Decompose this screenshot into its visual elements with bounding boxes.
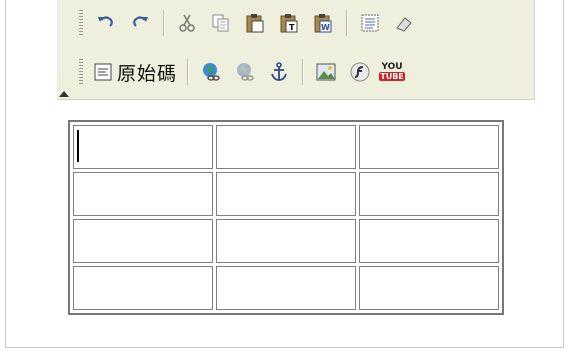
- text-caret: [77, 130, 79, 162]
- table-row: [73, 172, 499, 216]
- collapse-arrow-icon: [59, 91, 69, 97]
- toolbar-row-2: 原始碼 YOU TUBE: [79, 57, 407, 87]
- editor-toolbar: T W 原始碼 YOU TUBE: [57, 0, 535, 100]
- anchor-icon[interactable]: [266, 59, 292, 85]
- paste-word-icon[interactable]: W: [310, 10, 336, 36]
- source-button[interactable]: 原始碼: [91, 59, 179, 85]
- toolbar-separator: [346, 10, 347, 36]
- undo-icon[interactable]: [93, 10, 119, 36]
- youtube-you-text: YOU: [381, 62, 403, 72]
- svg-text:T: T: [289, 23, 295, 32]
- editor-table: [68, 120, 504, 315]
- table-row: [73, 125, 499, 169]
- link-icon[interactable]: [198, 59, 224, 85]
- table-cell[interactable]: [73, 125, 213, 169]
- copy-icon[interactable]: [208, 10, 234, 36]
- toolbar-grip[interactable]: [79, 59, 83, 85]
- table-row: [73, 266, 499, 310]
- table-cell[interactable]: [73, 219, 213, 263]
- toolbar-separator: [187, 59, 189, 85]
- table-cell[interactable]: [359, 219, 499, 263]
- unlink-icon[interactable]: [232, 59, 258, 85]
- eraser-icon[interactable]: [391, 10, 417, 36]
- table-row: [73, 219, 499, 263]
- table-cell[interactable]: [359, 125, 499, 169]
- youtube-icon[interactable]: YOU TUBE: [379, 59, 405, 85]
- redo-icon[interactable]: [127, 10, 153, 36]
- toolbar-separator: [163, 10, 164, 36]
- svg-text:W: W: [321, 23, 330, 32]
- toolbar-collapse-button[interactable]: [57, 0, 74, 99]
- table-cell[interactable]: [73, 172, 213, 216]
- table-cell[interactable]: [216, 219, 356, 263]
- source-label: 原始碼: [117, 62, 178, 85]
- toolbar-row-1: T W: [79, 8, 421, 38]
- toolbar-grip[interactable]: [79, 10, 83, 36]
- youtube-tube-text: TUBE: [379, 72, 405, 81]
- toolbar-separator: [302, 59, 304, 85]
- table-cell[interactable]: [359, 172, 499, 216]
- table-cell[interactable]: [216, 172, 356, 216]
- flash-icon[interactable]: [347, 59, 373, 85]
- table-cell[interactable]: [216, 266, 356, 310]
- select-all-icon[interactable]: [357, 10, 383, 36]
- table-cell[interactable]: [73, 266, 213, 310]
- table-cell[interactable]: [359, 266, 499, 310]
- image-icon[interactable]: [313, 59, 339, 85]
- source-icon: [94, 63, 112, 81]
- paste-icon[interactable]: [242, 10, 268, 36]
- cut-icon[interactable]: [174, 10, 200, 36]
- paste-text-icon[interactable]: T: [276, 10, 302, 36]
- table-cell[interactable]: [216, 125, 356, 169]
- editor-frame: T W 原始碼 YOU TUBE: [5, 0, 564, 348]
